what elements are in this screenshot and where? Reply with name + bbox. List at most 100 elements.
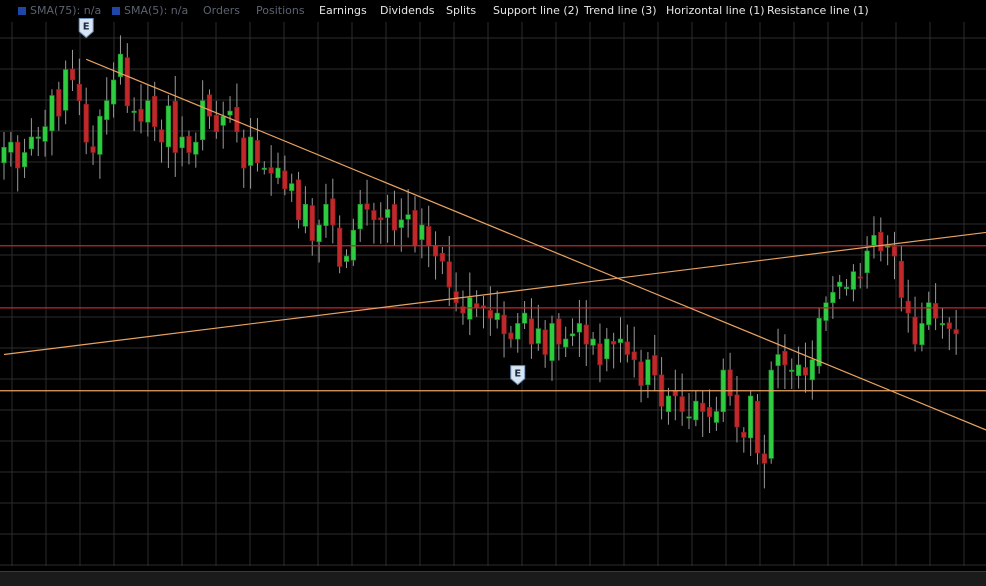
- candle-up: [111, 79, 117, 105]
- candle-up: [97, 115, 103, 155]
- candle-up: [42, 126, 48, 142]
- candle-up: [837, 281, 843, 287]
- candle-up: [165, 105, 172, 148]
- candle-up: [419, 224, 425, 240]
- candle-down: [898, 260, 904, 298]
- candle-down: [426, 226, 432, 247]
- candle-up: [521, 312, 528, 324]
- earnings-marker-label: E: [514, 369, 521, 380]
- candle-down: [501, 314, 507, 335]
- candle-down: [186, 135, 192, 153]
- candle-down: [857, 276, 863, 279]
- candle-down: [706, 407, 713, 417]
- candle-up: [193, 141, 199, 155]
- candle-up: [576, 323, 582, 333]
- candle-down: [76, 83, 82, 102]
- candle-up: [850, 271, 856, 290]
- candle-down: [556, 318, 562, 345]
- candle-down: [158, 129, 165, 143]
- candle-up: [405, 214, 411, 220]
- candle-down: [56, 89, 62, 117]
- candle-up: [569, 333, 576, 337]
- candle-down: [946, 322, 952, 329]
- candle-up: [563, 338, 569, 348]
- candle-down: [679, 396, 685, 412]
- candle-down: [337, 227, 343, 267]
- candle-down: [754, 400, 761, 454]
- candle-down: [453, 291, 459, 304]
- candle-up: [515, 323, 521, 340]
- candle-up: [645, 359, 651, 386]
- candle-up: [926, 302, 932, 326]
- candle-down: [734, 394, 740, 428]
- candle-down: [446, 261, 452, 288]
- candle-up: [179, 136, 185, 149]
- candle-down: [631, 351, 637, 360]
- candle-up: [35, 136, 41, 139]
- candle-down: [206, 94, 213, 117]
- candle-down: [213, 114, 219, 133]
- candle-up: [939, 323, 946, 326]
- candle-down: [583, 324, 589, 345]
- candle-up: [693, 400, 699, 421]
- candle-down: [782, 350, 788, 366]
- candle-down: [15, 141, 21, 169]
- candle-down: [727, 369, 733, 397]
- candle-down: [700, 402, 706, 412]
- candle-up: [63, 69, 69, 111]
- candle-down: [138, 108, 144, 122]
- candle-down: [905, 300, 911, 314]
- time-axis-bar[interactable]: [0, 571, 986, 586]
- candle-down: [932, 303, 939, 319]
- candle-up: [748, 395, 754, 439]
- candle-down: [378, 217, 384, 221]
- candle-up: [535, 328, 541, 344]
- earnings-event-marker[interactable]: E: [510, 365, 526, 386]
- candle-down: [152, 96, 158, 127]
- candle-up: [713, 411, 719, 423]
- candle-up: [617, 338, 624, 343]
- candle-up: [919, 323, 925, 346]
- candle-up: [665, 395, 672, 412]
- candle-down: [268, 167, 274, 174]
- candle-down: [638, 361, 644, 386]
- candle-up: [289, 183, 295, 191]
- candle-down: [309, 205, 315, 241]
- candle-down: [295, 179, 302, 221]
- candle-up: [789, 369, 795, 372]
- candle-down: [624, 341, 630, 355]
- candle-down: [282, 170, 288, 190]
- candle-down: [597, 343, 603, 366]
- candle-up: [864, 250, 870, 274]
- candle-up: [357, 204, 363, 230]
- candle-down: [124, 57, 130, 107]
- candle-up: [343, 255, 350, 262]
- candle-down: [241, 137, 247, 169]
- candle-down: [172, 100, 178, 153]
- candle-down: [371, 210, 377, 221]
- candle-up: [323, 204, 329, 226]
- earnings-marker-label: E: [83, 22, 90, 33]
- candle-down: [741, 432, 747, 438]
- candle-up: [104, 100, 110, 120]
- candle-up: [549, 323, 555, 361]
- candle-up: [795, 364, 802, 377]
- candle-down: [69, 68, 76, 81]
- candle-down: [878, 231, 884, 252]
- candle-up: [686, 416, 692, 419]
- candlestick-chart[interactable]: EE: [0, 0, 986, 571]
- candle-down: [912, 316, 918, 345]
- candle-down: [761, 453, 767, 464]
- candle-down: [432, 245, 439, 257]
- candle-up: [316, 224, 322, 242]
- candle-down: [542, 329, 548, 355]
- candle-down: [891, 246, 898, 257]
- candle-down: [508, 332, 514, 340]
- candle-up: [604, 338, 610, 360]
- candle-down: [611, 340, 617, 345]
- candle-up: [248, 136, 254, 166]
- candle-up: [590, 338, 596, 346]
- earnings-event-marker[interactable]: E: [78, 18, 94, 39]
- candle-down: [439, 252, 446, 262]
- candle-up: [302, 204, 309, 227]
